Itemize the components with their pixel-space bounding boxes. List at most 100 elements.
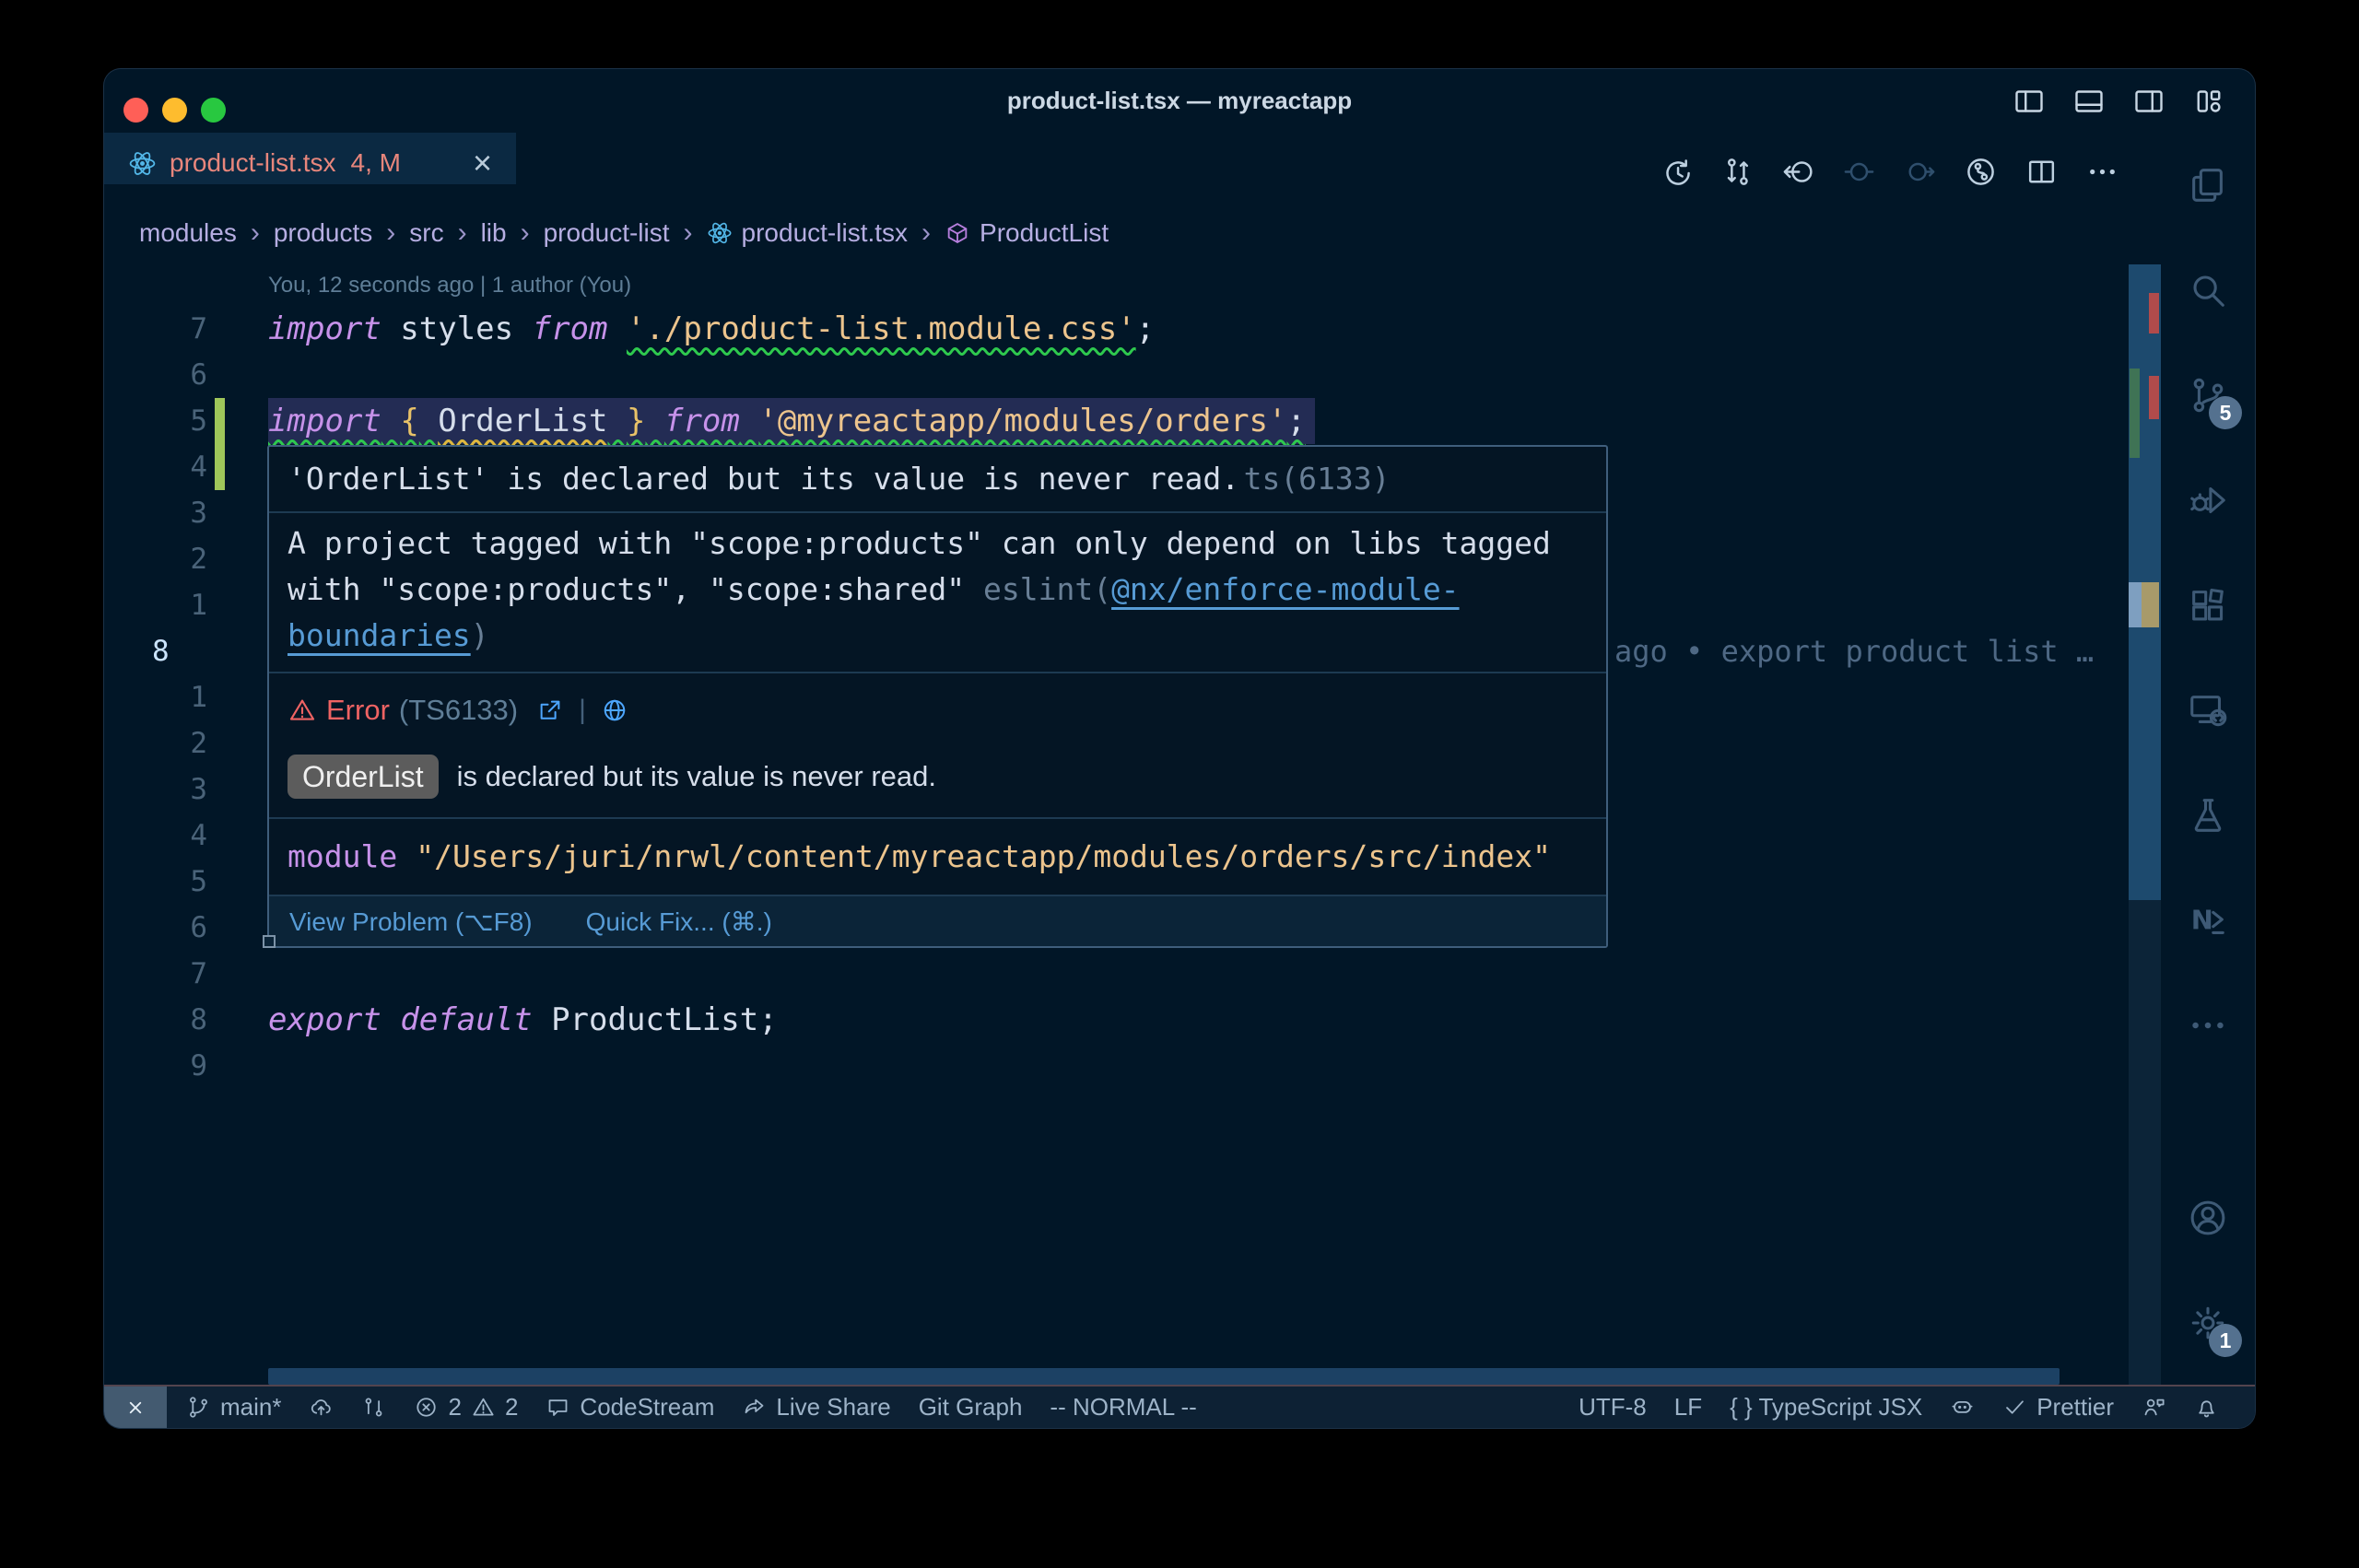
debug-icon — [2187, 479, 2229, 521]
status-item-language-mode[interactable]: { } TypeScript JSX — [1716, 1387, 1936, 1428]
status-item-copilot[interactable] — [1936, 1387, 1989, 1428]
copilot-icon — [1950, 1395, 1975, 1420]
breadcrumb-item-productlist[interactable]: ProductList — [945, 218, 1109, 248]
code-editor[interactable]: You, 12 seconds ago | 1 author (You)7imp… — [104, 264, 2161, 1385]
vscode-window: product-list.tsx — myreactapp product-li… — [104, 69, 2255, 1428]
activity-item-remote-explorer[interactable] — [2161, 658, 2255, 763]
docs-globe-icon[interactable] — [601, 696, 628, 724]
error-details: Error (TS6133) | OrderList is declared b… — [269, 672, 1606, 817]
error-triangle-icon — [288, 696, 317, 725]
line-number[interactable]: 2 — [104, 536, 268, 582]
activity-item-extensions[interactable] — [2161, 553, 2255, 658]
toggle-primary-sidebar-icon[interactable] — [2013, 85, 2046, 118]
tab-bar: product-list.tsx 4, M × — [104, 133, 2161, 184]
react-icon — [707, 220, 733, 246]
ruler-mark-warning — [2142, 582, 2159, 627]
code-line: 5import { OrderList } from '@myreactapp/… — [104, 398, 2161, 444]
breadcrumb-item-lib[interactable]: lib — [481, 218, 507, 248]
line-number[interactable]: 2 — [104, 720, 268, 766]
breadcrumb-item-src[interactable]: src — [409, 218, 443, 248]
status-item-prettier[interactable]: Prettier — [1989, 1387, 2128, 1428]
error-circle-icon — [414, 1395, 439, 1420]
status-item-live-share[interactable]: Live Share — [728, 1387, 904, 1428]
breadcrumb-separator: › — [521, 217, 530, 249]
status-item-gitlens-compare[interactable] — [347, 1387, 400, 1428]
breadcrumb-item-modules[interactable]: modules — [139, 218, 237, 248]
quick-fix-link[interactable]: Quick Fix... (⌘.) — [586, 907, 772, 937]
codelens-blame[interactable]: You, 12 seconds ago | 1 author (You) — [104, 264, 2161, 306]
line-number[interactable]: 1 — [104, 674, 268, 720]
activity-item-accounts[interactable] — [2161, 1165, 2255, 1270]
line-number[interactable]: 1 — [104, 582, 268, 628]
line-number[interactable]: 4 — [104, 813, 268, 859]
customize-layout-icon[interactable] — [2192, 85, 2225, 118]
status-item-git-graph[interactable]: Git Graph — [905, 1387, 1037, 1428]
remote-indicator-icon — [123, 1395, 148, 1421]
status-item-eol[interactable]: LF — [1661, 1387, 1716, 1428]
activity-item-testing[interactable] — [2161, 763, 2255, 868]
line-number[interactable]: 3 — [104, 490, 268, 536]
module-icon — [945, 220, 970, 246]
line-number[interactable]: 7 — [104, 306, 268, 352]
ts-diagnostic-source: ts(6133) — [1244, 461, 1391, 497]
account-icon — [2187, 1197, 2229, 1239]
status-item-encoding[interactable]: UTF-8 — [1565, 1387, 1661, 1428]
line-number[interactable]: 5 — [104, 398, 268, 444]
activity-item-source-control[interactable]: 5 — [2161, 343, 2255, 448]
breadcrumb-separator: › — [251, 217, 260, 249]
line-number[interactable]: 9 — [104, 1043, 268, 1089]
remote-window-indicator[interactable] — [104, 1387, 167, 1428]
nx-icon: N — [2187, 899, 2229, 942]
activity-item-settings[interactable]: 1 — [2161, 1270, 2255, 1375]
module-path: "/Users/juri/nrwl/content/myreactapp/mod… — [416, 838, 1551, 874]
popup-resize-handle[interactable] — [263, 935, 276, 948]
tab-product-list[interactable]: product-list.tsx 4, M × — [104, 133, 516, 184]
breadcrumb-item-products[interactable]: products — [274, 218, 372, 248]
live-share-icon — [742, 1395, 767, 1420]
activity-item-nx-console[interactable]: N — [2161, 868, 2255, 973]
line-number[interactable]: 7 — [104, 951, 268, 997]
git-compare-icon — [361, 1395, 386, 1420]
activity-item-search[interactable] — [2161, 238, 2255, 343]
close-tab-icon[interactable]: × — [473, 146, 492, 180]
error-code: (TS6133) — [399, 694, 518, 727]
ruler-mark-error — [2149, 376, 2159, 419]
status-item-notifications[interactable] — [2180, 1387, 2233, 1428]
activity-item-explorer[interactable] — [2161, 133, 2255, 238]
line-number[interactable]: 5 — [104, 859, 268, 905]
warning-icon — [471, 1395, 496, 1420]
horizontal-scrollbar[interactable] — [268, 1368, 2060, 1385]
toggle-panel-icon[interactable] — [2072, 85, 2106, 118]
status-item-publish-changes[interactable] — [295, 1387, 347, 1428]
ts-diagnostic-text: 'OrderList' is declared but its value is… — [288, 461, 1239, 497]
ruler-mark-error — [2149, 293, 2159, 333]
toggle-secondary-sidebar-icon[interactable] — [2132, 85, 2165, 118]
line-number[interactable]: 6 — [104, 905, 268, 951]
status-item-feedback[interactable] — [2128, 1387, 2180, 1428]
line-number[interactable]: 8 — [104, 628, 268, 674]
tab-problems-badge: 4, M — [351, 148, 401, 178]
files-icon — [2187, 164, 2229, 206]
window-title: product-list.tsx — myreactapp — [104, 69, 2255, 133]
person-feedback-icon — [2142, 1395, 2166, 1420]
module-path-row: module"/Users/juri/nrwl/content/myreacta… — [269, 817, 1606, 895]
status-item-codestream[interactable]: CodeStream — [532, 1387, 728, 1428]
error-message: is declared but its value is never read. — [457, 760, 936, 793]
line-number[interactable]: 4 — [104, 444, 268, 490]
activity-item-run-debug[interactable] — [2161, 448, 2255, 553]
desktop: { "window": { "title": "product-list.tsx… — [0, 0, 2359, 1568]
breadcrumb-item-product-list-tsx[interactable]: product-list.tsx — [707, 218, 909, 248]
line-number[interactable]: 6 — [104, 352, 268, 398]
extensions-icon — [2187, 584, 2229, 626]
status-item-git-branch[interactable]: main* — [172, 1387, 295, 1428]
open-external-icon[interactable] — [536, 696, 564, 724]
breadcrumb-item-product-list[interactable]: product-list — [544, 218, 670, 248]
status-item-problems[interactable]: 22 — [400, 1387, 532, 1428]
status-item-vim-mode[interactable]: -- NORMAL -- — [1036, 1387, 1210, 1428]
view-problem-link[interactable]: View Problem (⌥F8) — [289, 907, 533, 937]
line-number[interactable]: 3 — [104, 766, 268, 813]
activity-item-more-views[interactable] — [2161, 973, 2255, 1078]
line-number[interactable]: 8 — [104, 997, 268, 1043]
overview-ruler[interactable] — [2129, 264, 2161, 1385]
line-content: import styles from './product-list.modul… — [268, 306, 1155, 352]
